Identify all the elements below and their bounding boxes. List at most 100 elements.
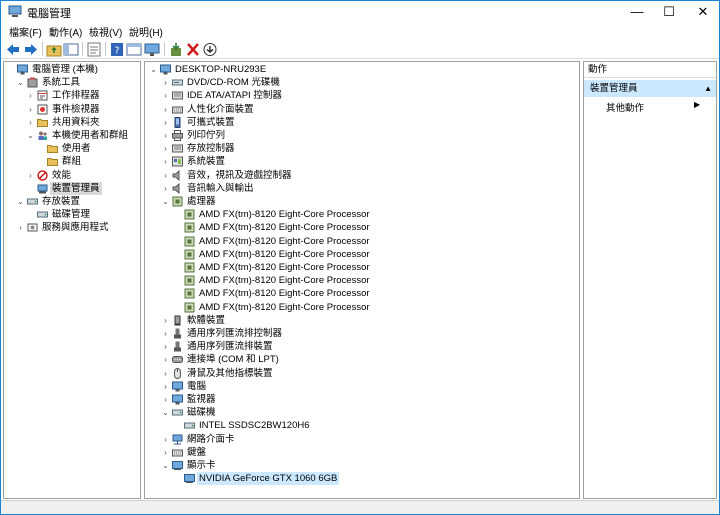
computer-management-icon <box>17 64 28 75</box>
device-tree-item-label: 音效，視訊及遊戲控制器 <box>187 169 292 181</box>
actions-device-manager[interactable]: 裝置管理員 ▲ <box>584 80 716 97</box>
expand-chevron-icon[interactable]: › <box>16 221 25 234</box>
expand-chevron-icon[interactable]: › <box>161 327 170 340</box>
tree-item-label: 磁碟管理 <box>52 209 91 221</box>
actions-more-actions[interactable]: 其他動作 ▶ <box>606 100 700 114</box>
processor-icon <box>184 236 195 247</box>
update-driver-icon[interactable] <box>168 42 184 57</box>
event-viewer-icon <box>37 104 48 115</box>
expand-chevron-icon[interactable]: › <box>161 340 170 353</box>
usb-icon <box>172 328 183 339</box>
toolbar-separator <box>164 42 165 56</box>
device-tree-item-label: 連接埠 (COM 和 LPT) <box>187 354 279 366</box>
expand-chevron-icon[interactable]: › <box>26 169 35 182</box>
expand-chevron-icon[interactable]: › <box>161 353 170 366</box>
expand-chevron-icon[interactable]: › <box>161 393 170 406</box>
tree-item-label: 存放裝置 <box>42 196 81 207</box>
maximize-button[interactable]: ☐ <box>653 1 685 23</box>
expand-chevron-icon[interactable]: › <box>26 103 35 116</box>
device-tree-item-label: AMD FX(tm)-8120 Eight-Core Processor <box>199 222 370 234</box>
view-icon[interactable] <box>126 42 142 57</box>
mouse-icon <box>172 367 183 379</box>
tree-item-label: 系統工具 <box>42 77 81 89</box>
up-folder-icon[interactable] <box>46 42 62 57</box>
device-tree-item-label: NVIDIA GeForce GTX 1060 6GB <box>197 472 340 486</box>
device-tree-pane[interactable]: ⌄ DESKTOP-NRU293E › DVD/CD-ROM 光碟機 › IDE ATA/… <box>144 61 580 499</box>
sound-icon <box>172 169 183 181</box>
menu-view[interactable]: 檢視(V) <box>89 24 122 39</box>
expand-chevron-icon[interactable]: › <box>161 142 170 155</box>
uninstall-icon[interactable] <box>185 42 201 57</box>
shared-folders-icon <box>37 117 48 128</box>
window-title: 電腦管理 <box>27 8 71 20</box>
computer-management-icon <box>8 5 22 17</box>
title-bar[interactable]: 電腦管理 — ☐ ✕ <box>1 1 719 23</box>
port-icon <box>172 354 183 365</box>
status-bar <box>1 500 719 514</box>
expand-chevron-icon[interactable]: › <box>161 446 170 459</box>
device-tree-item-label: 監視器 <box>187 394 216 405</box>
printer-icon <box>172 130 183 141</box>
collapse-chevron-icon[interactable]: ⌄ <box>16 195 25 208</box>
collapse-chevron-icon[interactable]: ⌄ <box>26 129 35 142</box>
collapse-chevron-icon[interactable]: ⌄ <box>149 63 158 76</box>
help-icon[interactable]: ? <box>109 42 125 57</box>
keyboard-icon <box>172 447 183 458</box>
expand-chevron-icon[interactable]: › <box>161 155 170 168</box>
collapse-chevron-icon[interactable]: ⌄ <box>16 76 25 89</box>
processor-icon <box>184 249 195 260</box>
expand-chevron-icon[interactable]: › <box>161 169 170 182</box>
expand-chevron-icon[interactable]: › <box>161 433 170 446</box>
dvd-icon <box>172 77 183 88</box>
back-icon[interactable] <box>5 42 21 57</box>
processor-icon <box>184 209 195 220</box>
properties-icon[interactable] <box>86 42 102 57</box>
menu-file[interactable]: 檔案(F) <box>9 24 42 39</box>
disk-management-icon <box>37 209 48 220</box>
collapse-chevron-icon[interactable]: ⌄ <box>161 195 170 208</box>
expand-chevron-icon[interactable]: › <box>161 116 170 129</box>
tree-item-label: 事件檢視器 <box>52 103 100 115</box>
expand-chevron-icon[interactable]: › <box>161 314 170 327</box>
device-tree-item-label: 電腦 <box>187 380 207 392</box>
monitor-icon[interactable] <box>144 42 160 57</box>
disk-drive-icon <box>172 407 183 418</box>
minimize-button[interactable]: — <box>621 1 653 23</box>
collapse-caret-icon[interactable]: ▲ <box>704 80 712 97</box>
collapse-chevron-icon[interactable]: ⌄ <box>161 459 170 472</box>
collapse-chevron-icon[interactable]: ⌄ <box>161 406 170 419</box>
console-tree-pane[interactable]: 電腦管理 (本機) ⌄ 系統工具 › 工作排程器 › 事件檢視器 › 共用資料夾 ⌄ 本機使用者和群… <box>3 61 141 499</box>
expand-chevron-icon[interactable]: › <box>161 103 170 116</box>
expand-chevron-icon[interactable]: › <box>161 182 170 195</box>
device-tree-item-label: 人性化介面裝置 <box>187 103 254 115</box>
device-tree-item-label: 磁碟機 <box>187 407 216 419</box>
device-tree-item-label: DESKTOP-NRU293E <box>175 64 267 75</box>
expand-chevron-icon[interactable]: › <box>161 76 170 89</box>
expand-chevron-icon[interactable]: › <box>161 380 170 393</box>
device-tree-item-label: 網路介面卡 <box>187 433 235 445</box>
expand-chevron-icon[interactable]: › <box>26 116 35 129</box>
close-button[interactable]: ✕ <box>687 1 719 23</box>
services-icon <box>27 222 38 233</box>
tools-icon <box>27 77 38 88</box>
console-tree-icon[interactable] <box>63 42 79 57</box>
expand-chevron-icon[interactable]: › <box>161 129 170 142</box>
menu-action[interactable]: 動作(A) <box>49 24 82 39</box>
device-tree-item-label: 通用序列匯流排控制器 <box>187 328 283 339</box>
display-adapter-icon <box>184 473 195 484</box>
audio-io-icon <box>172 182 183 194</box>
toolbar-separator <box>82 42 83 56</box>
ide-controller-icon <box>172 90 183 101</box>
folder-icon <box>47 156 58 167</box>
expand-chevron-icon[interactable]: › <box>161 367 170 380</box>
forward-icon[interactable] <box>23 42 39 57</box>
expand-chevron-icon[interactable]: › <box>161 89 170 102</box>
tree-item-label: 共用資料夾 <box>52 116 100 128</box>
processor-icon <box>184 288 195 299</box>
actions-header: 動作 <box>584 62 716 78</box>
expand-chevron-icon[interactable]: › <box>26 89 35 102</box>
tree-item-label: 群組 <box>62 156 82 168</box>
menu-help[interactable]: 說明(H) <box>129 24 163 39</box>
scan-hardware-icon[interactable] <box>202 42 218 57</box>
software-device-icon <box>172 315 183 326</box>
